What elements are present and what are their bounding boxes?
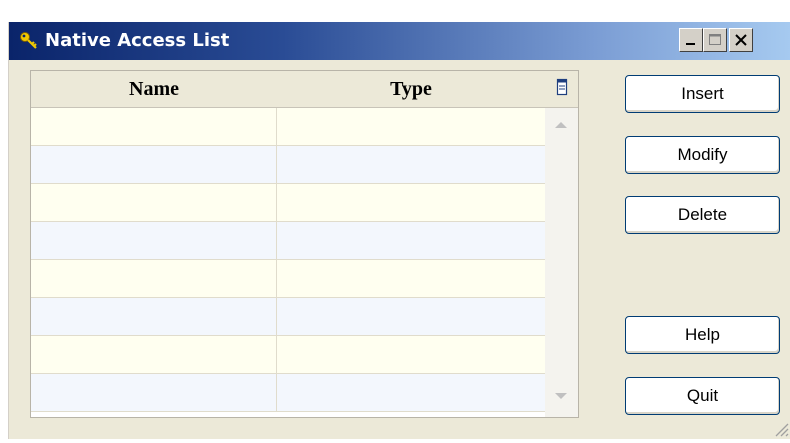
column-chooser-icon[interactable] xyxy=(554,77,570,97)
table-row[interactable] xyxy=(31,374,545,412)
quit-button[interactable]: Quit xyxy=(625,377,780,415)
cell-type[interactable] xyxy=(277,260,545,298)
resize-grip-icon[interactable] xyxy=(770,420,790,438)
delete-button[interactable]: Delete xyxy=(625,196,780,234)
table-row[interactable] xyxy=(31,298,545,336)
help-button[interactable]: Help xyxy=(625,316,780,354)
cell-name[interactable] xyxy=(31,298,277,336)
minimize-icon xyxy=(686,43,695,45)
insert-button[interactable]: Insert xyxy=(625,75,780,113)
cell-name[interactable] xyxy=(31,184,277,222)
cell-name[interactable] xyxy=(31,336,277,374)
scroll-up-arrow-icon[interactable] xyxy=(550,114,572,136)
close-icon xyxy=(735,34,747,46)
table-body xyxy=(31,108,545,412)
modify-button[interactable]: Modify xyxy=(625,136,780,174)
cell-name[interactable] xyxy=(31,260,277,298)
access-list-table[interactable]: Name Type xyxy=(30,70,579,418)
cell-type[interactable] xyxy=(277,222,545,260)
native-access-list-window: Native Access List Name Type Insert Modi… xyxy=(8,22,790,439)
vertical-scrollbar[interactable] xyxy=(545,108,578,417)
cell-type[interactable] xyxy=(277,374,545,412)
table-row[interactable] xyxy=(31,146,545,184)
cell-name[interactable] xyxy=(31,374,277,412)
column-header-name[interactable]: Name xyxy=(31,78,277,101)
table-row[interactable] xyxy=(31,336,545,374)
maximize-icon xyxy=(709,34,721,45)
minimize-button[interactable] xyxy=(679,28,703,52)
maximize-button[interactable] xyxy=(703,28,727,52)
cell-type[interactable] xyxy=(277,184,545,222)
cell-name[interactable] xyxy=(31,222,277,260)
cell-type[interactable] xyxy=(277,108,545,146)
title-bar[interactable]: Native Access List xyxy=(9,22,790,60)
table-header: Name Type xyxy=(31,71,578,108)
cell-name[interactable] xyxy=(31,146,277,184)
cell-type[interactable] xyxy=(277,298,545,336)
window-title: Native Access List xyxy=(45,30,230,51)
cell-name[interactable] xyxy=(31,108,277,146)
table-row[interactable] xyxy=(31,108,545,146)
table-row[interactable] xyxy=(31,184,545,222)
scroll-down-arrow-icon[interactable] xyxy=(550,385,572,407)
key-icon xyxy=(19,31,39,51)
column-header-type[interactable]: Type xyxy=(277,78,545,101)
cell-type[interactable] xyxy=(277,336,545,374)
table-row[interactable] xyxy=(31,260,545,298)
table-row[interactable] xyxy=(31,222,545,260)
cell-type[interactable] xyxy=(277,146,545,184)
close-button[interactable] xyxy=(729,28,753,52)
